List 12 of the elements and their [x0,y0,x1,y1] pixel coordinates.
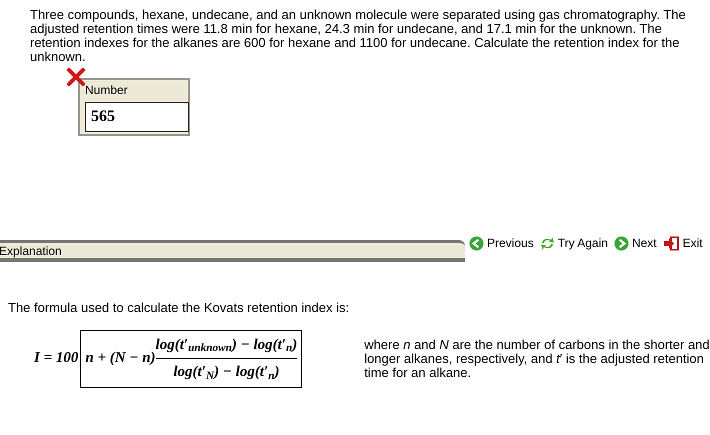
field-label: Number [85,83,129,97]
formula-note: where n and N are the number of carbons in the shorter and longer alkanes, respectively, and t′ is the adjusted retention time for an alkane. [364,338,710,380]
nav-link[interactable]: Previous [469,234,534,252]
bar-title: Explanation [0,242,62,260]
question-text: Three compounds, hexane, undecane, and an unknown molecule were separated using gas chromatography. The adjusted retention times were 11.8 min for hexane, 24.3 min for undecane, and 17.1 min for the unknown. The retention indexes for the alkanes are 600 for hexane and 1100 for undecane. Calculate the retention index for the unknown. [30,8,687,64]
refresh-icon [540,236,555,250]
nav-link[interactable]: Next [614,234,657,252]
answer-field[interactable]: 565 [85,102,189,132]
nav-link[interactable]: Exit [662,234,703,252]
exit-door-icon [662,236,680,250]
formula-intro: The formula used to calculate the Kovats retention index is: [8,299,350,317]
nav-link[interactable]: Try Again [540,234,608,252]
